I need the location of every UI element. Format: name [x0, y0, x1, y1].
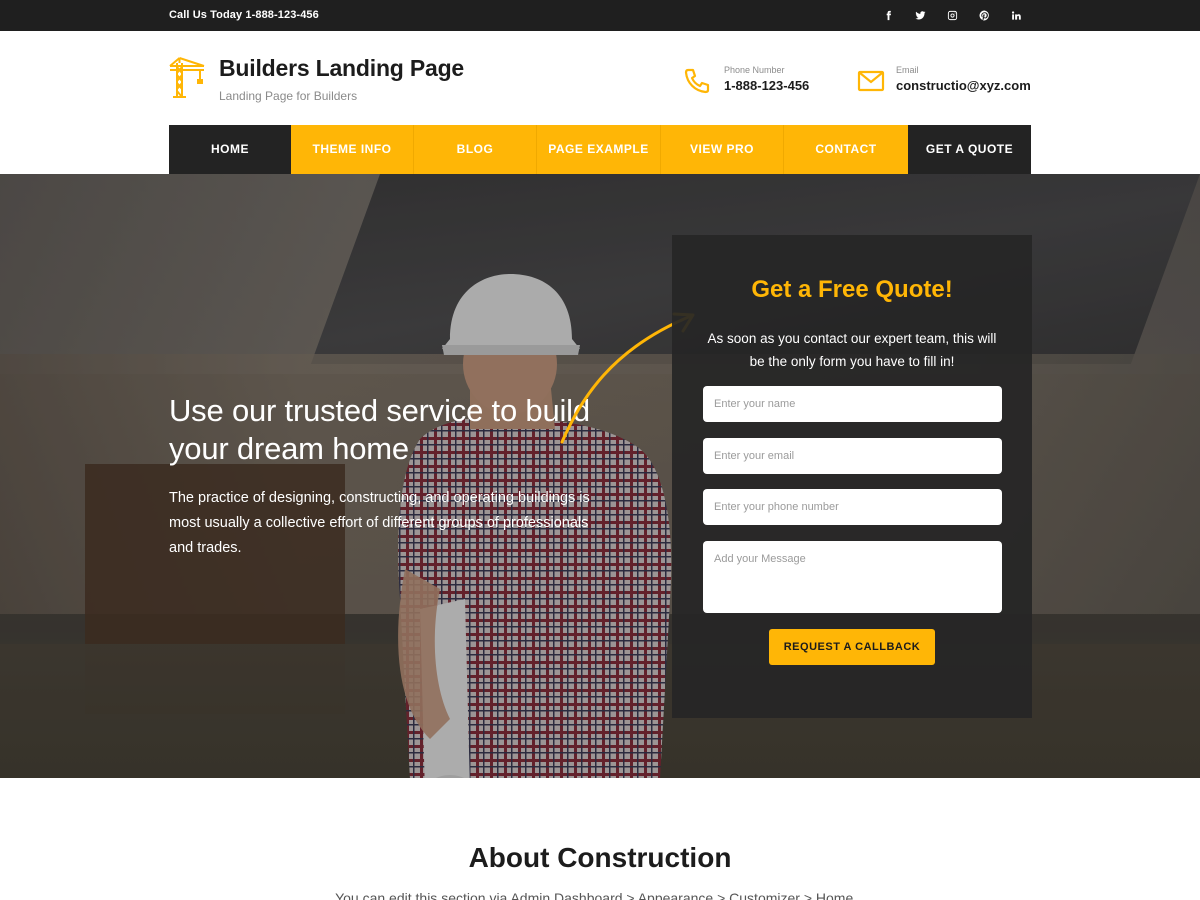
hero-title: Use our trusted service to build your dr… [169, 393, 590, 466]
call-us-text: Call Us Today 1-888-123-456 [169, 9, 319, 21]
main-nav: HOME THEME INFO BLOG PAGE EXAMPLE VIEW P… [169, 125, 1031, 174]
quote-form-subtitle: As soon as you contact our expert team, … [707, 331, 997, 369]
message-textarea[interactable] [703, 541, 1002, 613]
site-title[interactable]: Builders Landing Page [219, 55, 464, 82]
linkedin-icon[interactable] [1000, 6, 1032, 26]
crane-logo-icon[interactable] [168, 57, 206, 99]
instagram-icon[interactable] [936, 6, 968, 26]
email-label: Email [896, 65, 919, 75]
header-email[interactable]: Email constructio@xyz.com [857, 63, 1033, 103]
email-input[interactable] [703, 438, 1002, 474]
quote-form: Get a Free Quote! As soon as you contact… [672, 235, 1032, 718]
nav-item-get-a-quote[interactable]: GET A QUOTE [908, 125, 1031, 174]
header-phone[interactable]: Phone Number 1-888-123-456 [683, 63, 833, 103]
pinterest-icon[interactable] [968, 6, 1000, 26]
nav-item-blog[interactable]: BLOG [414, 125, 537, 174]
nav-item-view-pro[interactable]: VIEW PRO [661, 125, 784, 174]
nav-item-page-example[interactable]: PAGE EXAMPLE [537, 125, 661, 174]
phone-icon [684, 68, 710, 94]
facebook-icon[interactable] [872, 6, 904, 26]
phone-input[interactable] [703, 489, 1002, 525]
social-links [872, 6, 1032, 26]
name-input[interactable] [703, 386, 1002, 422]
phone-label: Phone Number [724, 65, 785, 75]
hero-description: The practice of designing, constructing,… [169, 490, 590, 556]
envelope-icon [857, 70, 885, 92]
nav-item-home[interactable]: HOME [169, 125, 291, 174]
about-section-text: You can edit this section via Admin Dash… [335, 890, 865, 900]
request-callback-button[interactable]: REQUEST A CALLBACK [769, 629, 935, 665]
phone-value: 1-888-123-456 [724, 78, 810, 93]
email-value: constructio@xyz.com [896, 78, 1031, 93]
nav-item-contact[interactable]: CONTACT [784, 125, 908, 174]
top-bar: Call Us Today 1-888-123-456 [0, 0, 1200, 31]
about-section-title: About Construction [468, 842, 732, 873]
nav-item-theme-info[interactable]: THEME INFO [291, 125, 414, 174]
hero-section: Use our trusted service to build your dr… [0, 174, 1200, 778]
site-header: Builders Landing Page Landing Page for B… [0, 31, 1200, 125]
site-tagline: Landing Page for Builders [219, 89, 358, 103]
twitter-icon[interactable] [904, 6, 936, 26]
quote-form-title: Get a Free Quote! [751, 276, 953, 303]
